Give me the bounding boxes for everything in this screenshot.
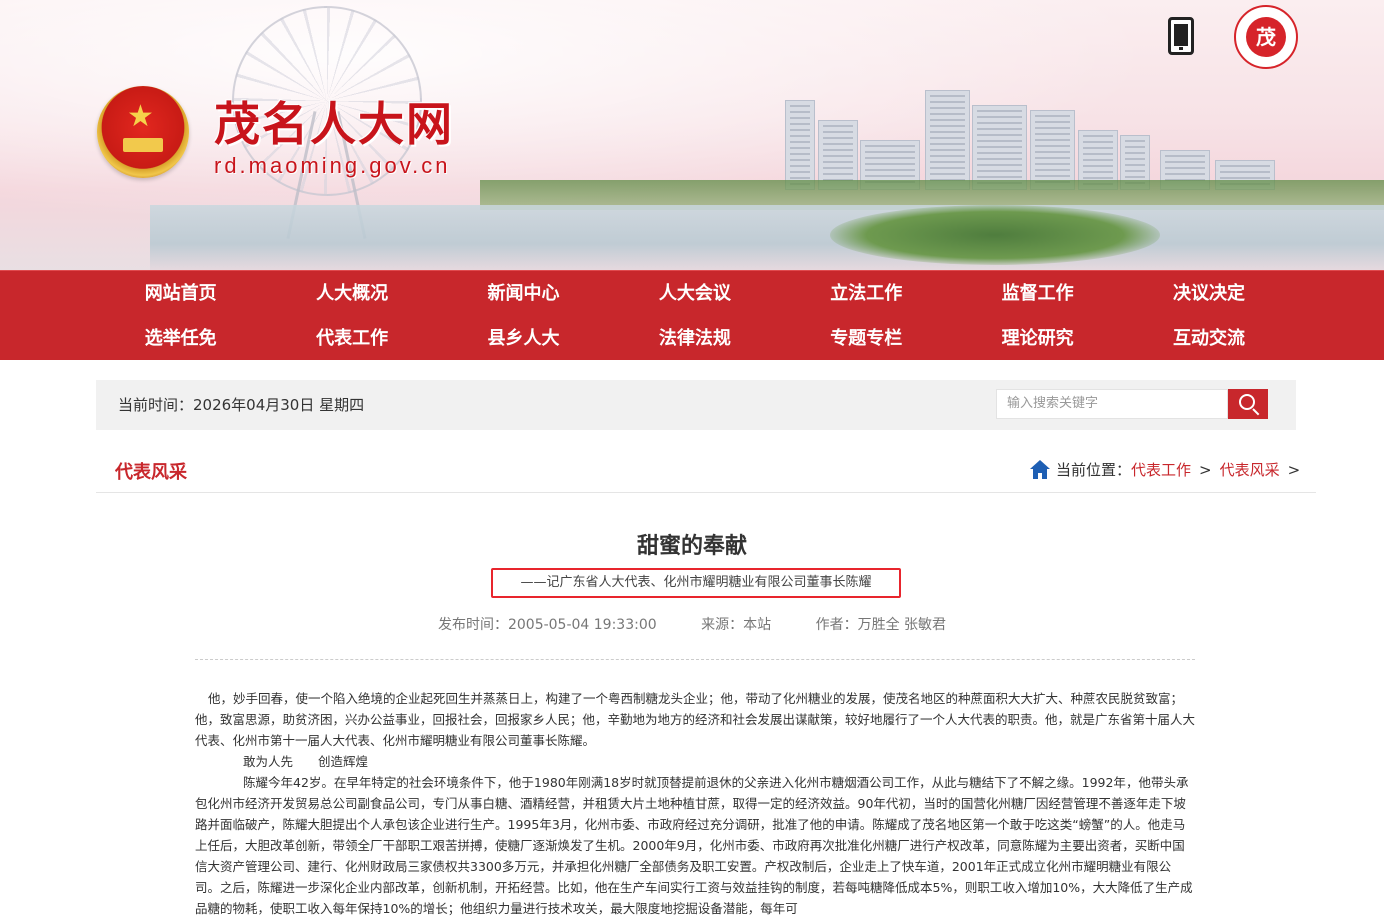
nav-special-topics[interactable]: 专题专栏 <box>781 326 952 351</box>
breadcrumb-deputy-work[interactable]: 代表工作 <box>1131 459 1191 480</box>
banner-island <box>830 205 1160 265</box>
breadcrumb-deputy-profiles[interactable]: 代表风采 <box>1220 459 1280 480</box>
article-title: 甜蜜的奉献 <box>636 534 747 559</box>
site-url: rd.maoming.gov.cn <box>214 153 451 178</box>
nav-congress-sessions[interactable]: 人大会议 <box>609 281 780 306</box>
search-input[interactable]: 输入搜索关键字 <box>996 389 1228 419</box>
header-banner: ★ 茂名人大网 rd.maoming.gov.cn 茂 <box>0 0 1384 270</box>
nav-home[interactable]: 网站首页 <box>95 281 266 306</box>
search-icon-handle <box>1252 408 1260 416</box>
city-building <box>972 105 1027 190</box>
breadcrumb-label: 当前位置： <box>1056 461 1132 479</box>
mobile-phone-icon[interactable] <box>1168 17 1194 55</box>
article-body: 他，妙手回春，使一个陷入绝境的企业起死回生并蒸蒸日上，构建了一个粤西制糖龙头企业… <box>195 688 1195 919</box>
banner-water <box>150 205 1384 270</box>
article-paragraph: 他，妙手回春，使一个陷入绝境的企业起死回生并蒸蒸日上，构建了一个粤西制糖龙头企业… <box>195 691 1196 748</box>
breadcrumb-separator: > <box>1287 460 1301 479</box>
city-building <box>925 90 970 190</box>
article-source: 来源：本站 <box>701 617 772 633</box>
nav-legislation[interactable]: 立法工作 <box>781 281 952 306</box>
national-emblem-icon: ★ <box>97 86 189 178</box>
nav-laws[interactable]: 法律法规 <box>609 326 780 351</box>
home-icon[interactable] <box>1030 459 1050 480</box>
article-meta: 发布时间：2005-05-04 19:33:00 来源：本站 作者：万胜全 张敏… <box>0 614 1384 634</box>
breadcrumb: 当前位置： 代表工作 > 代表风采 > <box>1030 459 1308 480</box>
nav-overview[interactable]: 人大概况 <box>266 281 437 306</box>
time-search-bar: 当前时间：2026年04月30日 星期四 输入搜索关键字 <box>96 380 1296 430</box>
publish-time: 发布时间：2005-05-04 19:33:00 <box>437 617 657 633</box>
breadcrumb-separator: > <box>1199 460 1212 479</box>
meta-divider <box>195 659 1195 660</box>
main-nav: 网站首页 人大概况 新闻中心 人大会议 立法工作 监督工作 决议决定 选举任免 … <box>0 270 1384 360</box>
nav-county-congress[interactable]: 县乡人大 <box>438 326 609 351</box>
city-building <box>1030 110 1075 190</box>
star-icon: ★ <box>127 99 154 134</box>
search-button[interactable] <box>1228 389 1268 419</box>
article-author: 作者：万胜全 张敏君 <box>815 617 947 633</box>
nav-row-2: 选举任免 代表工作 县乡人大 法律法规 专题专栏 理论研究 互动交流 <box>95 326 1295 351</box>
section-divider <box>96 492 1316 493</box>
nav-elections[interactable]: 选举任免 <box>95 326 266 351</box>
nav-theory-research[interactable]: 理论研究 <box>952 326 1123 351</box>
nav-supervision[interactable]: 监督工作 <box>952 281 1123 306</box>
nav-resolutions[interactable]: 决议决定 <box>1123 281 1294 306</box>
article-paragraph: 陈耀今年42岁。在早年特定的社会环境条件下，他于1980年刚满18岁时就顶替提前… <box>195 775 1193 916</box>
nav-news[interactable]: 新闻中心 <box>438 281 609 306</box>
nav-deputy-work[interactable]: 代表工作 <box>266 326 437 351</box>
article-subheading: 敢为人先 创造辉煌 <box>243 754 369 769</box>
tiananmen-gate-icon <box>123 138 163 152</box>
current-time: 当前时间：2026年04月30日 星期四 <box>118 396 365 414</box>
maoming-logo-icon[interactable]: 茂 <box>1234 5 1298 69</box>
city-building <box>785 100 815 190</box>
site-title: 茂名人大网 <box>214 97 454 151</box>
section-title: 代表风采 <box>115 462 187 483</box>
article-subtitle: ——记广东省人大代表、化州市耀明糖业有限公司董事长陈耀 <box>491 568 901 598</box>
nav-row-1: 网站首页 人大概况 新闻中心 人大会议 立法工作 监督工作 决议决定 <box>95 281 1295 306</box>
logo-mark: 茂 <box>1246 17 1286 57</box>
nav-interaction[interactable]: 互动交流 <box>1123 326 1294 351</box>
